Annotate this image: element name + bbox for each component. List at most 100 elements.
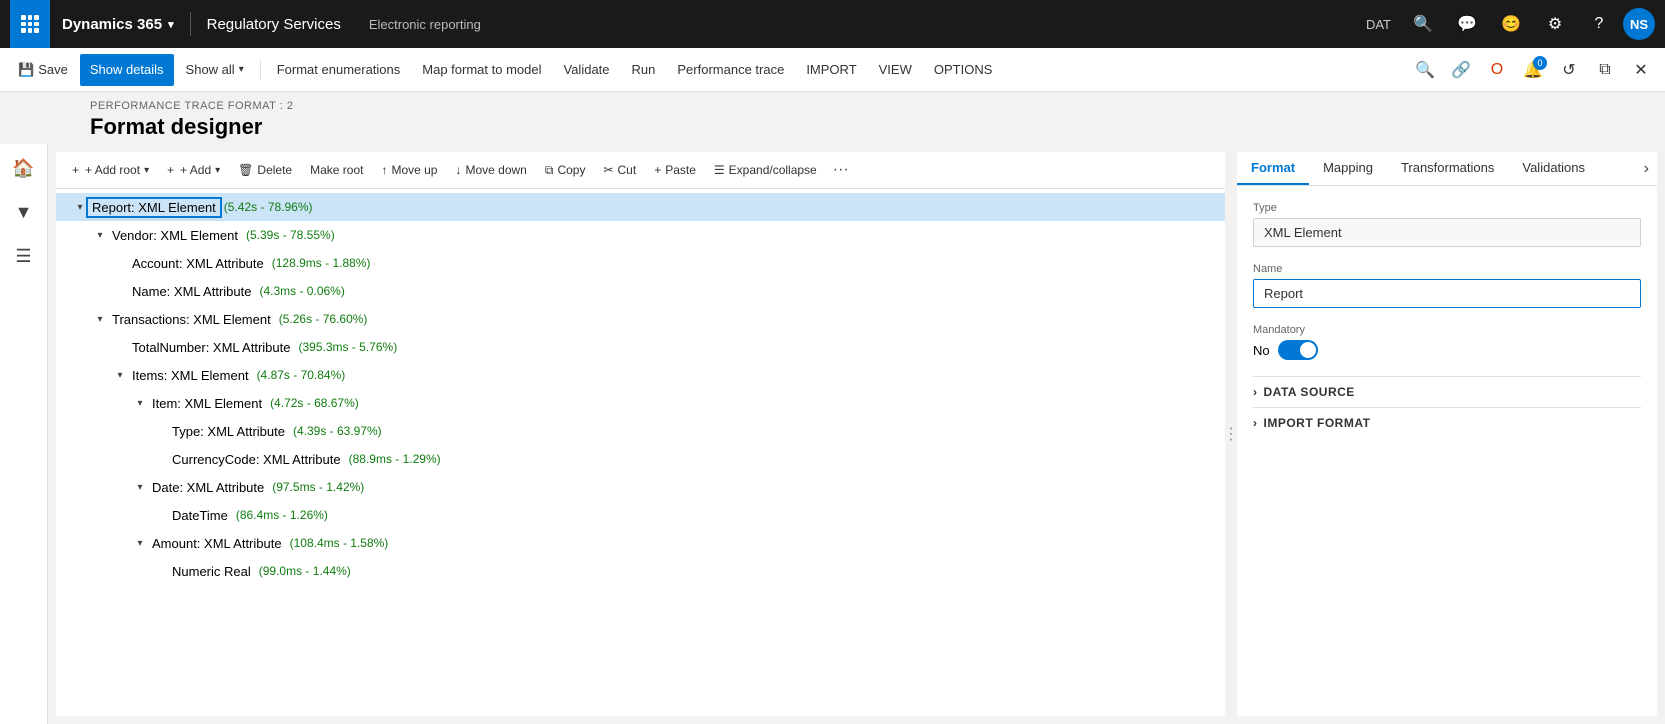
format-enumerations-button[interactable]: Format enumerations: [267, 54, 411, 86]
perf-badge: (108.4ms - 1.58%): [290, 536, 389, 550]
perf-badge: (128.9ms - 1.88%): [272, 256, 371, 270]
tree-row[interactable]: Numeric Real(99.0ms - 1.44%): [56, 557, 1225, 585]
user-avatar[interactable]: NS: [1623, 8, 1655, 40]
tab-mapping[interactable]: Mapping: [1309, 152, 1387, 185]
run-button[interactable]: Run: [622, 54, 666, 86]
add-root-icon: +: [72, 163, 79, 177]
show-all-button[interactable]: Show all ▾: [176, 54, 254, 86]
cmd-bar-right: 🔍 🔗 O 🔔 0 ↺ ⧉ ✕: [1409, 54, 1657, 86]
import-format-section[interactable]: › IMPORT FORMAT: [1253, 407, 1641, 438]
tree-toggle-icon[interactable]: ▾: [92, 227, 108, 243]
tree-row[interactable]: ▾Items: XML Element(4.87s - 70.84%): [56, 361, 1225, 389]
cut-button[interactable]: ✂ Cut: [595, 156, 644, 184]
tree-row[interactable]: ▾Vendor: XML Element(5.39s - 78.55%): [56, 221, 1225, 249]
panel-splitter[interactable]: ⋮: [1225, 144, 1237, 724]
help-icon[interactable]: ?: [1579, 0, 1619, 48]
right-panel: Format Mapping Transformations Validatio…: [1237, 152, 1657, 716]
tree-toggle-icon: [152, 423, 168, 439]
tree-row[interactable]: ▾Amount: XML Attribute (108.4ms - 1.58%): [56, 529, 1225, 557]
tree-toggle-icon: [152, 451, 168, 467]
more-options-button[interactable]: ···: [827, 156, 855, 184]
notifications-icon[interactable]: 🔔 0: [1517, 54, 1549, 86]
show-details-button[interactable]: Show details: [80, 54, 174, 86]
waffle-icon: [21, 15, 39, 33]
add-root-arrow: ▾: [144, 165, 149, 176]
filter-icon[interactable]: ▼: [4, 192, 44, 232]
performance-trace-button[interactable]: Performance trace: [667, 54, 794, 86]
tree-row[interactable]: TotalNumber: XML Attribute(395.3ms - 5.7…: [56, 333, 1225, 361]
make-root-button[interactable]: Make root: [302, 156, 371, 184]
view-button[interactable]: VIEW: [869, 54, 922, 86]
tree-toggle-icon[interactable]: ▾: [92, 311, 108, 327]
dynamics-brand[interactable]: Dynamics 365 ▾: [50, 0, 186, 48]
expand-collapse-button[interactable]: ☰ Expand/collapse: [706, 156, 825, 184]
delete-button[interactable]: 🗑 Delete: [230, 156, 300, 184]
tree-row[interactable]: Type: XML Attribute(4.39s - 63.97%): [56, 417, 1225, 445]
type-value: XML Element: [1253, 218, 1641, 247]
tree-row[interactable]: ▾Transactions: XML Element (5.26s - 76.60…: [56, 305, 1225, 333]
name-input[interactable]: [1253, 279, 1641, 308]
tab-format[interactable]: Format: [1237, 152, 1309, 185]
tab-transformations[interactable]: Transformations: [1387, 152, 1508, 185]
tree-list: ▾Report: XML Element(5.42s - 78.96%)▾Ven…: [56, 189, 1225, 716]
move-down-button[interactable]: ↓ Move down: [447, 156, 534, 184]
restore-icon[interactable]: ⧉: [1589, 54, 1621, 86]
move-up-icon: ↑: [381, 163, 387, 177]
validate-button[interactable]: Validate: [554, 54, 620, 86]
waffle-menu[interactable]: [10, 0, 50, 48]
emoji-icon[interactable]: 😊: [1491, 0, 1531, 48]
tree-toggle-icon[interactable]: ▾: [112, 367, 128, 383]
options-button[interactable]: OPTIONS: [924, 54, 1003, 86]
add-root-button[interactable]: + + Add root ▾: [64, 156, 157, 184]
top-nav-right: DAT 🔍 💬 😊 ⚙ ? NS: [1358, 0, 1655, 48]
settings-icon[interactable]: ⚙: [1535, 0, 1575, 48]
tree-node-label: Transactions: XML Element: [108, 311, 275, 328]
chat-icon[interactable]: 💬: [1447, 0, 1487, 48]
map-format-button[interactable]: Map format to model: [412, 54, 551, 86]
import-button[interactable]: IMPORT: [796, 54, 866, 86]
tree-node-label: Vendor: XML Element: [108, 227, 242, 244]
data-source-arrow: ›: [1253, 385, 1258, 399]
tree-row[interactable]: Name: XML Attribute(4.3ms - 0.06%): [56, 277, 1225, 305]
tree-row[interactable]: ▾Item: XML Element(4.72s - 68.67%): [56, 389, 1225, 417]
tree-toolbar: + + Add root ▾ + + Add ▾ 🗑 Delete Make r…: [56, 152, 1225, 189]
add-button[interactable]: + + Add ▾: [159, 156, 228, 184]
page-subtitle: PERFORMANCE TRACE FORMAT : 2: [90, 100, 1649, 112]
save-button[interactable]: 💾 Save: [8, 54, 78, 86]
tree-row[interactable]: Account: XML Attribute(128.9ms - 1.88%): [56, 249, 1225, 277]
search-icon[interactable]: 🔍: [1403, 0, 1443, 48]
tree-row[interactable]: ▾Date: XML Attribute(97.5ms - 1.42%): [56, 473, 1225, 501]
tree-toggle-icon[interactable]: ▾: [132, 535, 148, 551]
tree-row[interactable]: ▾Report: XML Element(5.42s - 78.96%): [56, 193, 1225, 221]
data-source-section[interactable]: › DATA SOURCE: [1253, 376, 1641, 407]
tabs-next-icon[interactable]: ›: [1636, 160, 1657, 178]
tree-toggle-icon[interactable]: ▾: [132, 479, 148, 495]
refresh-icon[interactable]: ↺: [1553, 54, 1585, 86]
tree-node-label: Report: XML Element: [88, 199, 220, 216]
copy-button[interactable]: ⧉ Copy: [537, 156, 594, 184]
paste-button[interactable]: + Paste: [646, 156, 704, 184]
office-icon[interactable]: O: [1481, 54, 1513, 86]
tree-row[interactable]: CurrencyCode: XML Attribute(88.9ms - 1.2…: [56, 445, 1225, 473]
tree-toggle-icon[interactable]: ▾: [72, 199, 88, 215]
link-icon[interactable]: 🔗: [1445, 54, 1477, 86]
perf-badge: (4.72s - 68.67%): [270, 396, 359, 410]
close-icon[interactable]: ✕: [1625, 54, 1657, 86]
copy-icon: ⧉: [545, 163, 554, 178]
list-icon[interactable]: ☰: [4, 236, 44, 276]
tree-toggle-icon[interactable]: ▾: [132, 395, 148, 411]
search-cmd-icon[interactable]: 🔍: [1409, 54, 1441, 86]
perf-badge: (5.26s - 76.60%): [279, 312, 368, 326]
tree-node-label: Date: XML Attribute: [148, 479, 268, 496]
right-tabs: Format Mapping Transformations Validatio…: [1237, 152, 1657, 186]
type-field-group: Type XML Element: [1253, 202, 1641, 247]
add-root-label: + Add root: [85, 163, 140, 177]
tree-row[interactable]: DateTime(86.4ms - 1.26%): [56, 501, 1225, 529]
home-icon[interactable]: 🏠: [4, 148, 44, 188]
tree-node-label: Amount: XML Attribute: [148, 535, 286, 552]
move-down-icon: ↓: [455, 163, 461, 177]
mandatory-toggle[interactable]: [1278, 340, 1318, 360]
move-up-button[interactable]: ↑ Move up: [373, 156, 445, 184]
tab-validations[interactable]: Validations: [1508, 152, 1599, 185]
top-navigation: Dynamics 365 ▾ Regulatory Services Elect…: [0, 0, 1665, 48]
